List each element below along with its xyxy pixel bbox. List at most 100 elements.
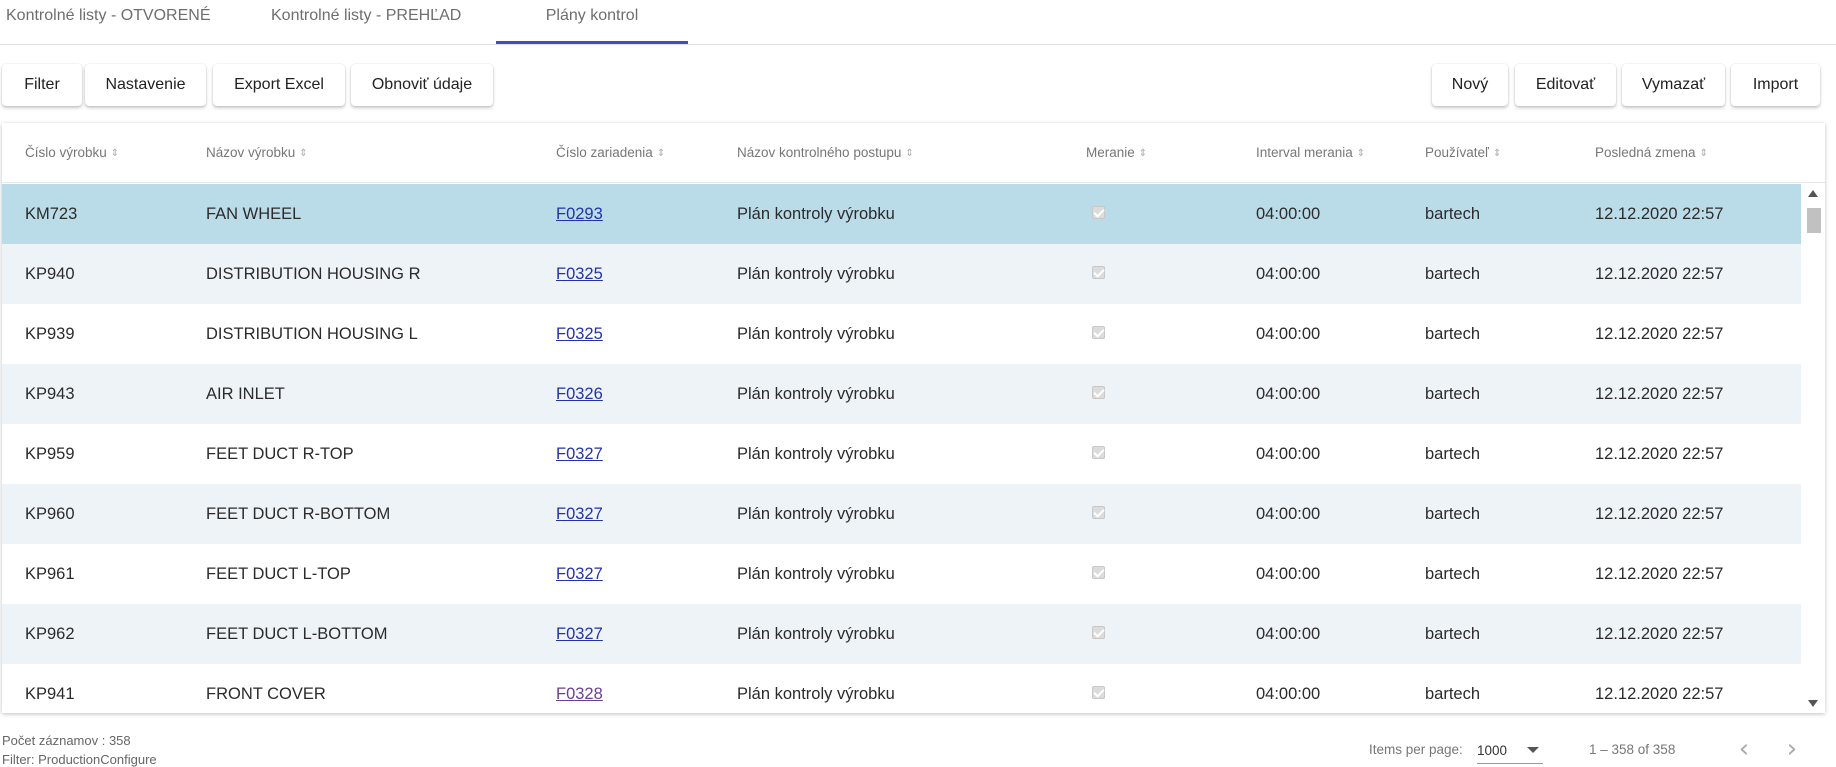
meranie-checkbox [1092,566,1105,579]
cell-nazov-postupu: Plán kontroly výrobku [737,265,895,283]
column-header-pouzivatel[interactable]: Používateľ ⇕ [1425,123,1501,183]
sort-icon: ⇕ [1356,148,1366,159]
page-range: 1 – 358 of 358 [1589,742,1676,757]
cell-interval-merania: 04:00:00 [1256,205,1321,223]
device-link[interactable]: F0328 [556,685,603,703]
sort-icon: ⇕ [1699,148,1708,159]
column-header-interval-merania[interactable]: Interval merania ⇕ [1256,123,1365,183]
cell-nazov-postupu: Plán kontroly výrobku [737,625,895,643]
meranie-checkbox [1092,266,1105,279]
meranie-checkbox [1092,386,1105,399]
tab-kontrolne-listy-otvorene[interactable]: Kontrolné listy - OTVORENÉ [0,0,220,44]
editovat-button[interactable]: Editovať [1515,64,1616,106]
device-link[interactable]: F0327 [556,445,603,463]
table-row[interactable]: KP959 FEET DUCT R-TOP F0327 Plán kontroly v… [2,424,1801,484]
device-link[interactable]: F0326 [556,385,603,403]
cell-posledna-zmena: 12.12.2020 22:57 [1595,265,1724,283]
meranie-checkbox [1092,506,1105,519]
scroll-thumb[interactable] [1807,208,1821,233]
table-row[interactable]: KP939 DISTRIBUTION HOUSING L F0325 Plán kon… [2,304,1801,364]
export-excel-button[interactable]: Export Excel [213,64,345,106]
cell-nazov-vyrobku: AIR INLET [206,385,285,403]
scroll-down-arrow-icon[interactable] [1808,700,1818,707]
cell-cislo-zariadenia: F0325 [556,244,603,304]
table-row[interactable]: KP943 AIR INLET F0326 Plán kontroly výrobku… [2,364,1801,424]
table-row[interactable]: KM723 FAN WHEEL F0293 Plán kontroly výrobku… [2,184,1801,244]
cell-nazov-postupu: Plán kontroly výrobku [737,325,895,343]
cell-nazov-postupu: Plán kontroly výrobku [737,385,895,403]
nastavenie-button[interactable]: Nastavenie [85,64,206,106]
data-grid: Číslo výrobku ⇕ Názov výrobku ⇕ Číslo zari… [2,123,1825,713]
import-button[interactable]: Import [1731,64,1820,106]
cell-nazov-vyrobku: FEET DUCT L-TOP [206,565,351,583]
cell-cislo-vyrobku: KP941 [25,685,75,703]
chevron-right-icon[interactable]: › [1778,736,1806,764]
cell-nazov-vyrobku: FEET DUCT R-BOTTOM [206,505,391,523]
column-header-nazov-postupu[interactable]: Názov kontrolného postupu ⇕ [737,123,914,183]
cell-nazov-vyrobku: FRONT COVER [206,685,326,703]
table-row[interactable]: KP961 FEET DUCT L-TOP F0327 Plán kontroly v… [2,544,1801,604]
column-header-posledna-zmena[interactable]: Posledná zmena ⇕ [1595,123,1708,183]
vertical-scrollbar[interactable] [1803,184,1825,713]
active-tab-indicator [496,41,688,44]
meranie-checkbox [1092,686,1105,699]
cell-cislo-vyrobku: KP961 [25,565,75,583]
obnovit-udaje-button[interactable]: Obnoviť údaje [351,64,493,106]
device-link[interactable]: F0327 [556,625,603,643]
cell-interval-merania: 04:00:00 [1256,265,1321,283]
cell-cislo-zariadenia: F0327 [556,484,603,544]
cell-nazov-vyrobku: FEET DUCT L-BOTTOM [206,625,388,643]
column-header-cislo-zariadenia[interactable]: Číslo zariadenia ⇕ [556,123,665,183]
scroll-up-arrow-icon[interactable] [1808,190,1818,197]
table-row[interactable]: KP941 FRONT COVER F0328 Plán kontroly výrob… [2,664,1801,713]
table-body: KM723 FAN WHEEL F0293 Plán kontroly výrobku… [2,184,1801,713]
sort-icon: ⇕ [656,148,666,159]
device-link[interactable]: F0327 [556,565,603,583]
cell-nazov-postupu: Plán kontroly výrobku [737,685,895,703]
table-header: Číslo výrobku ⇕ Názov výrobku ⇕ Číslo zari… [2,123,1825,183]
vymazat-button[interactable]: Vymazať [1622,64,1725,106]
cell-interval-merania: 04:00:00 [1256,625,1321,643]
cell-cislo-zariadenia: F0327 [556,604,603,664]
cell-cislo-vyrobku: KP943 [25,385,75,403]
device-link[interactable]: F0327 [556,505,603,523]
cell-posledna-zmena: 12.12.2020 22:57 [1595,205,1724,223]
cell-interval-merania: 04:00:00 [1256,685,1321,703]
cell-interval-merania: 04:00:00 [1256,385,1321,403]
device-link[interactable]: F0325 [556,265,603,283]
cell-cislo-zariadenia: F0325 [556,304,603,364]
record-count: Počet záznamov : 358 [2,733,131,748]
column-header-meranie[interactable]: Meranie ⇕ [1086,123,1147,183]
novy-button[interactable]: Nový [1432,64,1508,106]
tab-kontrolne-listy-prehlad[interactable]: Kontrolné listy - PREHĽAD [255,0,485,44]
device-link[interactable]: F0325 [556,325,603,343]
meranie-checkbox [1092,446,1105,459]
table-row[interactable]: KP940 DISTRIBUTION HOUSING R F0325 Plán kon… [2,244,1801,304]
page-size-select[interactable]: 1000 [1477,736,1543,764]
cell-posledna-zmena: 12.12.2020 22:57 [1595,325,1724,343]
filter-button[interactable]: Filter [2,64,82,106]
cell-nazov-postupu: Plán kontroly výrobku [737,205,895,223]
cell-cislo-vyrobku: KP962 [25,625,75,643]
device-link[interactable]: F0293 [556,205,603,223]
cell-posledna-zmena: 12.12.2020 22:57 [1595,565,1724,583]
cell-pouzivatel: bartech [1425,205,1481,223]
tab-bar: Kontrolné listy - OTVORENÉ Kontrolné lis… [0,0,1836,45]
table-row[interactable]: KP960 FEET DUCT R-BOTTOM F0327 Plán kontrol… [2,484,1801,544]
cell-nazov-vyrobku: FEET DUCT R-TOP [206,445,354,463]
table-row[interactable]: KP962 FEET DUCT L-BOTTOM F0327 Plán kontrol… [2,604,1801,664]
cell-nazov-vyrobku: DISTRIBUTION HOUSING L [206,325,418,343]
cell-interval-merania: 04:00:00 [1256,445,1321,463]
cell-pouzivatel: bartech [1425,385,1481,403]
dropdown-caret-icon [1527,747,1539,753]
column-header-nazov-vyrobku[interactable]: Názov výrobku ⇕ [206,123,308,183]
active-filter: Filter: ProductionConfigure [2,752,157,767]
cell-nazov-vyrobku: DISTRIBUTION HOUSING R [206,265,421,283]
cell-posledna-zmena: 12.12.2020 22:57 [1595,385,1724,403]
tab-plany-kontrol[interactable]: Plány kontrol [496,0,688,44]
cell-pouzivatel: bartech [1425,505,1481,523]
cell-cislo-zariadenia: F0328 [556,664,603,713]
cell-interval-merania: 04:00:00 [1256,505,1321,523]
chevron-left-icon[interactable]: ‹ [1730,736,1758,764]
column-header-cislo-vyrobku[interactable]: Číslo výrobku ⇕ [25,123,119,183]
